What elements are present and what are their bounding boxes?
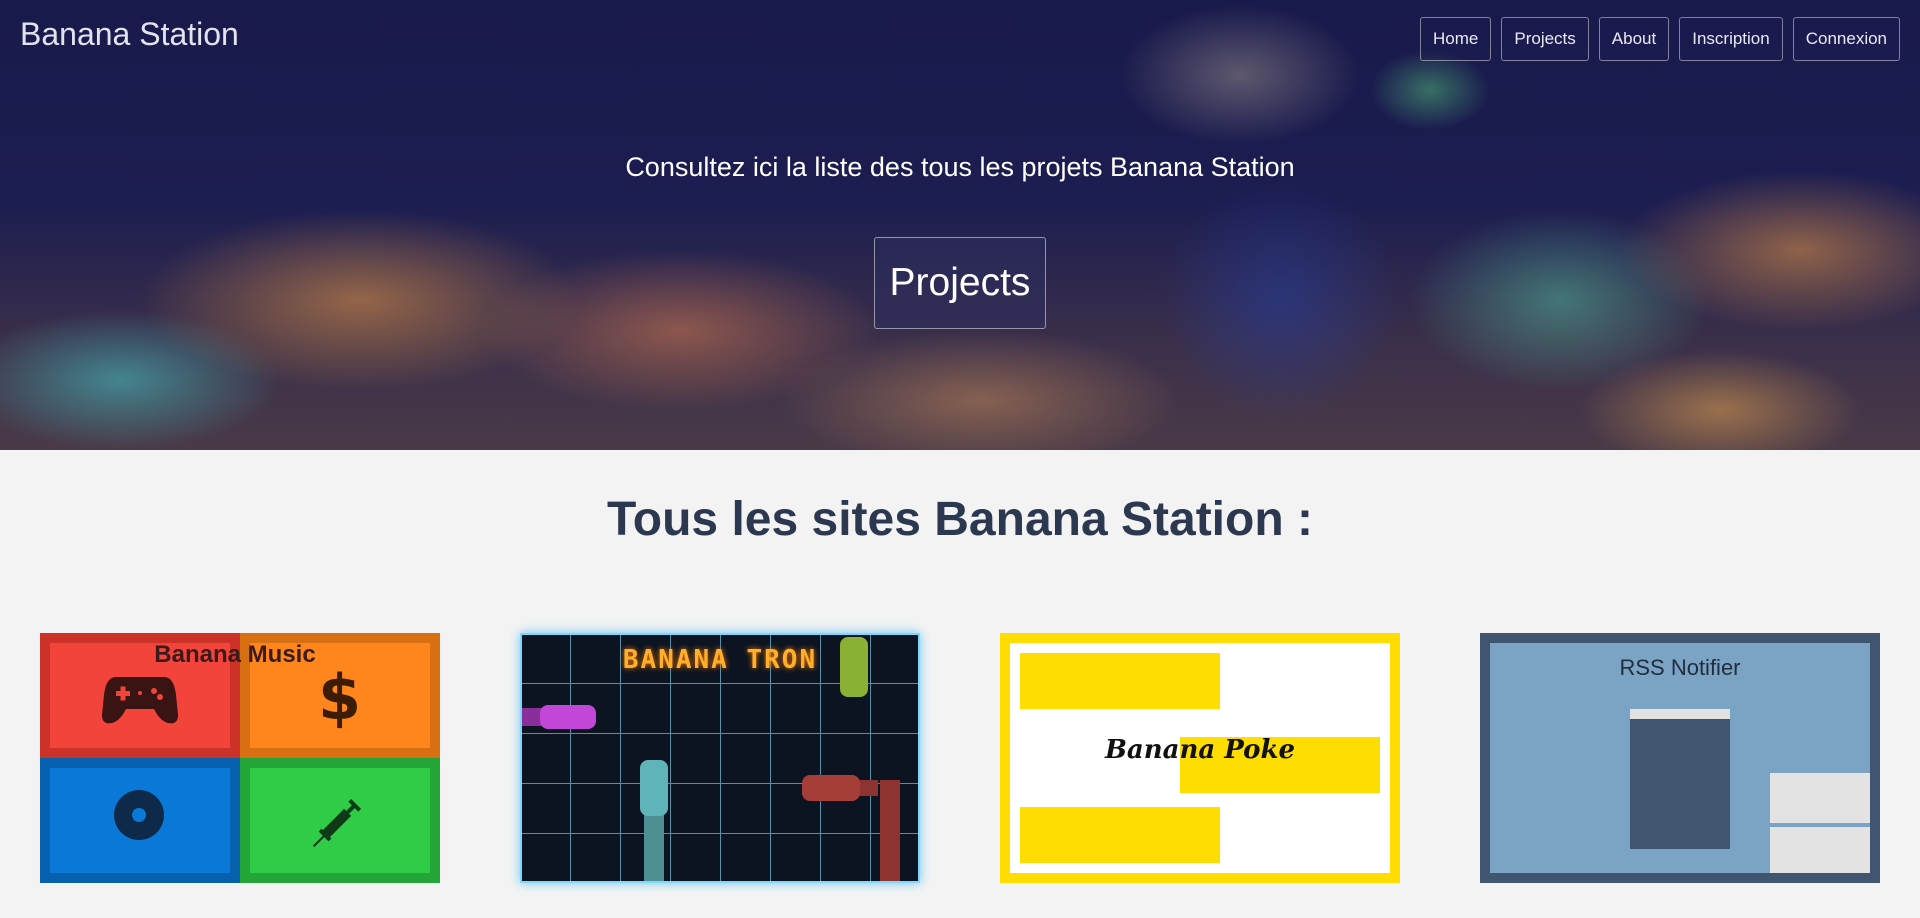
top-nav: Home Projects About Inscription Connexio… <box>1420 17 1900 61</box>
project-card-banana-music[interactable]: $ Banana Music <box>40 633 440 883</box>
project-card-rss-notifier[interactable]: RSS Notifier <box>1480 633 1880 883</box>
syringe-icon <box>312 798 362 848</box>
card-title-banana-music: Banana Music <box>154 641 316 668</box>
gamepad-icon <box>102 677 178 724</box>
project-card-banana-poke[interactable]: Banana Poke <box>1000 633 1400 883</box>
section-title: Tous les sites Banana Station : <box>607 493 1313 546</box>
projects-button[interactable]: Projects <box>874 237 1046 329</box>
card-title-banana-poke: Banana Poke <box>1104 735 1296 765</box>
nav-projects[interactable]: Projects <box>1501 17 1589 61</box>
nav-connexion[interactable]: Connexion <box>1792 17 1900 61</box>
tron-car-purple <box>540 705 596 729</box>
hero-text: Consultez ici la liste des tous les proj… <box>625 152 1295 182</box>
dollar-icon: $ <box>318 661 362 734</box>
nav-inscription[interactable]: Inscription <box>1679 17 1783 61</box>
nav-home[interactable]: Home <box>1420 17 1492 61</box>
poke-bar-top <box>1020 653 1220 709</box>
card-title-rss-notifier: RSS Notifier <box>1619 655 1741 680</box>
tron-car-teal <box>640 760 668 816</box>
project-card-banana-tron[interactable]: BANANA TRON <box>520 633 920 883</box>
brand-logo[interactable]: Banana Station <box>20 16 239 53</box>
nav-about[interactable]: About <box>1598 17 1670 61</box>
tron-car-red <box>802 775 860 801</box>
rss-panel <box>1630 709 1730 849</box>
rss-box-top <box>1770 773 1870 823</box>
poke-bar-bottom <box>1020 807 1220 863</box>
tron-trail-red-vertical <box>880 780 900 881</box>
hero-banner: Banana Station Home Projects About Inscr… <box>0 0 1920 450</box>
rss-box-bottom <box>1770 827 1870 873</box>
disc-icon <box>114 790 164 840</box>
card-title-banana-tron: BANANA TRON <box>622 645 818 675</box>
